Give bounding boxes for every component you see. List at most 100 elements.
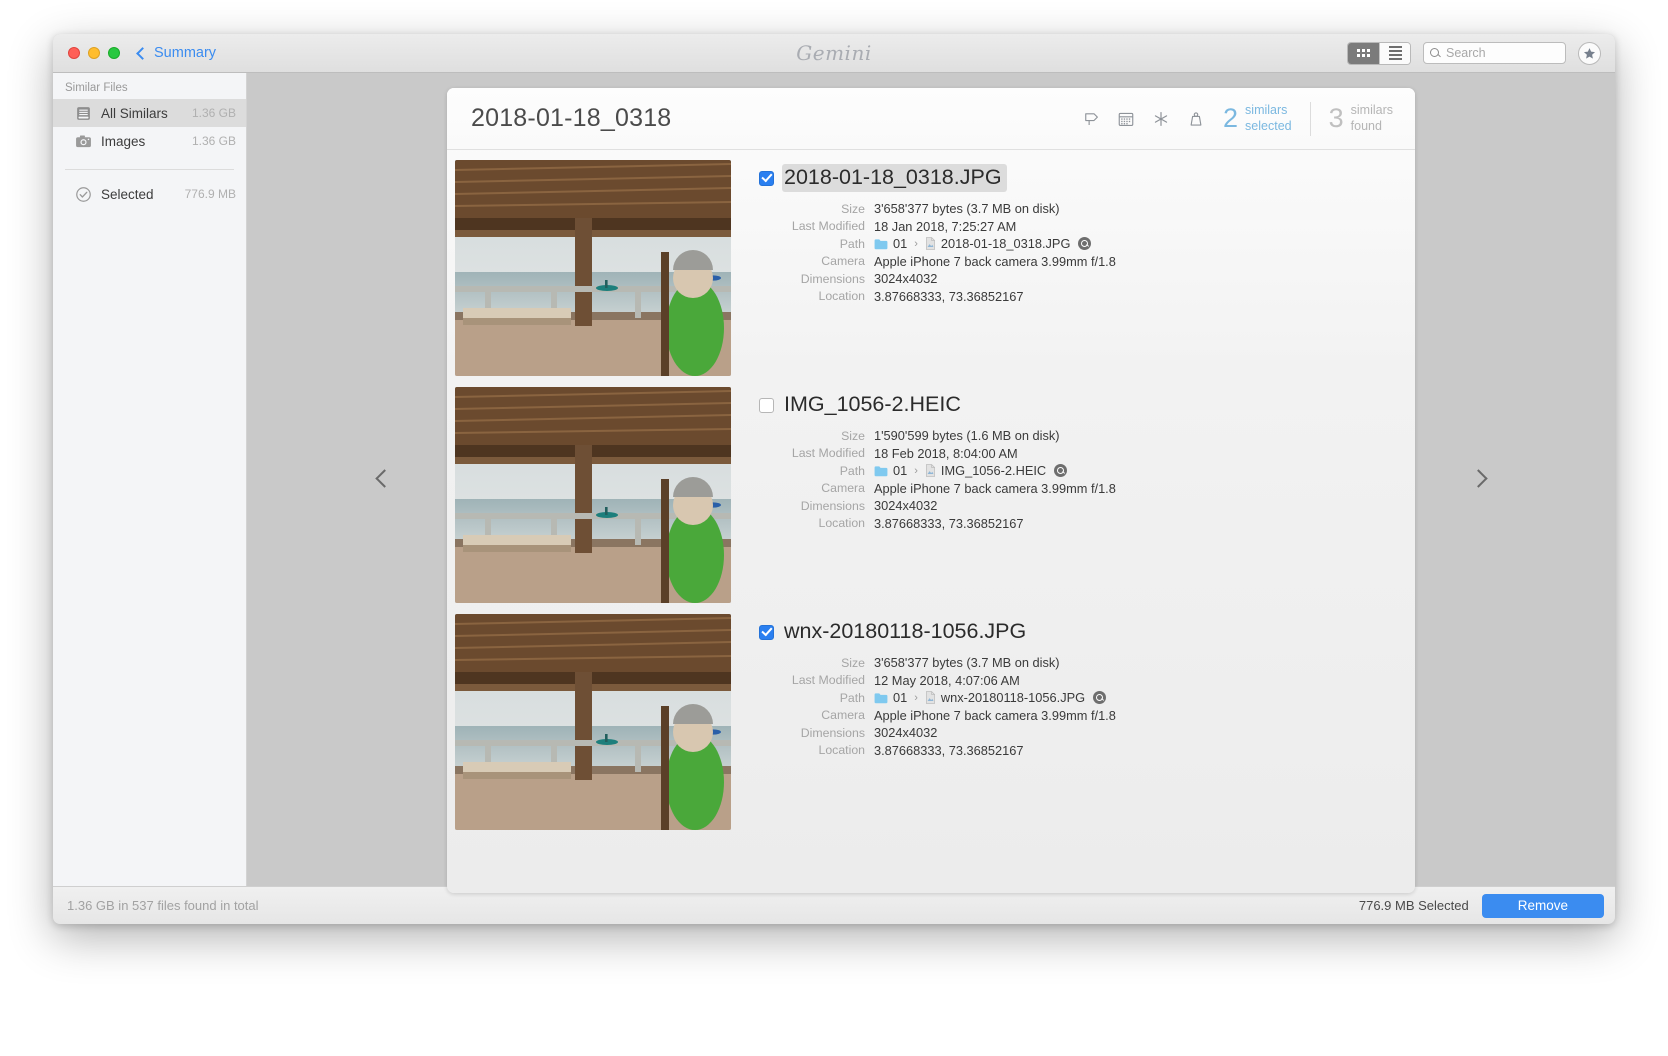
previous-group-button[interactable]	[371, 467, 397, 493]
chevron-right-icon	[1469, 469, 1487, 487]
group-header: 2018-01-18_0318	[447, 88, 1415, 150]
remove-button[interactable]: Remove	[1482, 894, 1604, 918]
selected-count-word-2: selected	[1245, 119, 1292, 134]
path-file: wnx-20180118-1056.JPG	[941, 690, 1085, 705]
meta-label-camera: Camera	[759, 708, 874, 722]
meta-label-location: Location	[759, 289, 874, 303]
sidebar-item-size: 776.9 MB	[185, 187, 236, 201]
file-checkbox[interactable]	[759, 625, 774, 640]
search-input[interactable]	[1446, 46, 1556, 60]
camera-icon	[75, 133, 92, 150]
file-checkbox[interactable]	[759, 171, 774, 186]
found-count-word-2: found	[1351, 119, 1393, 134]
meta-value-location: 3.87668333, 73.36852167	[874, 289, 1023, 304]
tag-icon[interactable]	[1082, 110, 1100, 128]
selected-size-label: 776.9 MB Selected	[1359, 898, 1469, 913]
search-icon	[1430, 48, 1441, 59]
reveal-in-finder-icon[interactable]	[1093, 691, 1106, 704]
meta-row-camera: Camera Apple iPhone 7 back camera 3.99mm…	[759, 254, 1415, 269]
meta-label-dimensions: Dimensions	[759, 272, 874, 286]
file-metadata: Size 3'658'377 bytes (3.7 MB on disk) La…	[759, 201, 1415, 304]
sidebar-item-all-similars[interactable]: All Similars 1.36 GB	[53, 99, 246, 127]
meta-label-camera: Camera	[759, 481, 874, 495]
chevron-left-icon	[375, 469, 393, 487]
path-folder: 01	[893, 463, 907, 478]
selected-count-label: similars selected	[1245, 103, 1292, 134]
meta-label-dimensions: Dimensions	[759, 499, 874, 513]
sidebar-item-selected[interactable]: Selected 776.9 MB	[53, 180, 246, 208]
path-file: IMG_1056-2.HEIC	[941, 463, 1046, 478]
reveal-in-finder-icon[interactable]	[1054, 464, 1067, 477]
meta-value-path[interactable]: 01 › wnx-20180118-1056.JPG	[874, 690, 1106, 705]
file-name[interactable]: IMG_1056-2.HEIC	[782, 391, 966, 419]
file-icon	[925, 691, 936, 704]
meta-row-camera: Camera Apple iPhone 7 back camera 3.99mm…	[759, 481, 1415, 496]
sidebar-divider	[65, 169, 234, 170]
selected-count-number: 2	[1223, 105, 1238, 132]
meta-label-last-modified: Last Modified	[759, 446, 874, 460]
file-row: 2018-01-18_0318.JPG Size 3'658'377 bytes…	[455, 160, 1415, 376]
meta-row-location: Location 3.87668333, 73.36852167	[759, 289, 1415, 304]
found-count-number: 3	[1329, 105, 1344, 132]
beach-photo	[455, 387, 731, 603]
file-list: 2018-01-18_0318.JPG Size 3'658'377 bytes…	[447, 150, 1415, 893]
file-checkbox[interactable]	[759, 398, 774, 413]
file-row: IMG_1056-2.HEIC Size 1'590'599 bytes (1.…	[455, 387, 1415, 603]
close-button[interactable]	[68, 47, 80, 59]
similars-selected-count: 2 similars selected	[1223, 103, 1292, 134]
check-circle-icon	[75, 186, 92, 203]
file-name[interactable]: wnx-20180118-1056.JPG	[782, 618, 1031, 646]
weight-icon[interactable]	[1187, 110, 1205, 128]
sidebar-header: Similar Files	[53, 79, 246, 99]
asterisk-icon[interactable]	[1152, 110, 1170, 128]
meta-value-size: 3'658'377 bytes (3.7 MB on disk)	[874, 655, 1060, 670]
meta-value-camera: Apple iPhone 7 back camera 3.99mm f/1.8	[874, 254, 1116, 269]
beach-photo	[455, 160, 731, 376]
app-title: Gemini	[796, 41, 871, 65]
meta-label-size: Size	[759, 429, 874, 443]
meta-value-camera: Apple iPhone 7 back camera 3.99mm f/1.8	[874, 708, 1116, 723]
file-row: wnx-20180118-1056.JPG Size 3'658'377 byt…	[455, 614, 1415, 830]
list-view-icon	[1389, 46, 1402, 60]
folder-icon	[874, 465, 888, 477]
meta-label-location: Location	[759, 516, 874, 530]
chevron-left-icon	[136, 47, 149, 60]
meta-label-path: Path	[759, 691, 874, 705]
meta-value-path[interactable]: 01 › 2018-01-18_0318.JPG	[874, 236, 1091, 251]
minimize-button[interactable]	[88, 47, 100, 59]
file-name[interactable]: 2018-01-18_0318.JPG	[782, 164, 1007, 192]
calendar-icon[interactable]	[1117, 110, 1135, 128]
file-name-line: IMG_1056-2.HEIC	[759, 391, 1415, 419]
file-info: wnx-20180118-1056.JPG Size 3'658'377 byt…	[731, 614, 1415, 830]
meta-row-location: Location 3.87668333, 73.36852167	[759, 516, 1415, 531]
meta-label-dimensions: Dimensions	[759, 726, 874, 740]
file-name-line: wnx-20180118-1056.JPG	[759, 618, 1415, 646]
folder-icon	[874, 692, 888, 704]
search-box[interactable]	[1423, 42, 1566, 64]
meta-row-last-modified: Last Modified 18 Feb 2018, 8:04:00 AM	[759, 446, 1415, 461]
view-mode-toggle[interactable]	[1347, 42, 1411, 65]
meta-row-path: Path 01 ›	[759, 463, 1415, 478]
file-thumbnail[interactable]	[455, 614, 731, 830]
file-thumbnail[interactable]	[455, 387, 731, 603]
header-divider	[1310, 102, 1311, 136]
list-view-button[interactable]	[1379, 43, 1410, 64]
back-to-summary-button[interactable]: Summary	[138, 45, 216, 61]
meta-value-path[interactable]: 01 › IMG_1056-2.HEIC	[874, 463, 1067, 478]
sidebar-item-images[interactable]: Images 1.36 GB	[53, 127, 246, 155]
maximize-button[interactable]	[108, 47, 120, 59]
path-folder: 01	[893, 690, 907, 705]
meta-row-size: Size 3'658'377 bytes (3.7 MB on disk)	[759, 201, 1415, 216]
reveal-in-finder-icon[interactable]	[1078, 237, 1091, 250]
favorites-button[interactable]	[1578, 42, 1601, 65]
next-group-button[interactable]	[1465, 467, 1491, 493]
meta-value-last-modified: 12 May 2018, 4:07:06 AM	[874, 673, 1020, 688]
meta-row-size: Size 1'590'599 bytes (1.6 MB on disk)	[759, 428, 1415, 443]
meta-label-size: Size	[759, 202, 874, 216]
grid-view-button[interactable]	[1348, 43, 1379, 64]
meta-label-location: Location	[759, 743, 874, 757]
file-thumbnail[interactable]	[455, 160, 731, 376]
selected-count-word-1: similars	[1245, 103, 1292, 118]
path-folder: 01	[893, 236, 907, 251]
meta-value-location: 3.87668333, 73.36852167	[874, 743, 1023, 758]
